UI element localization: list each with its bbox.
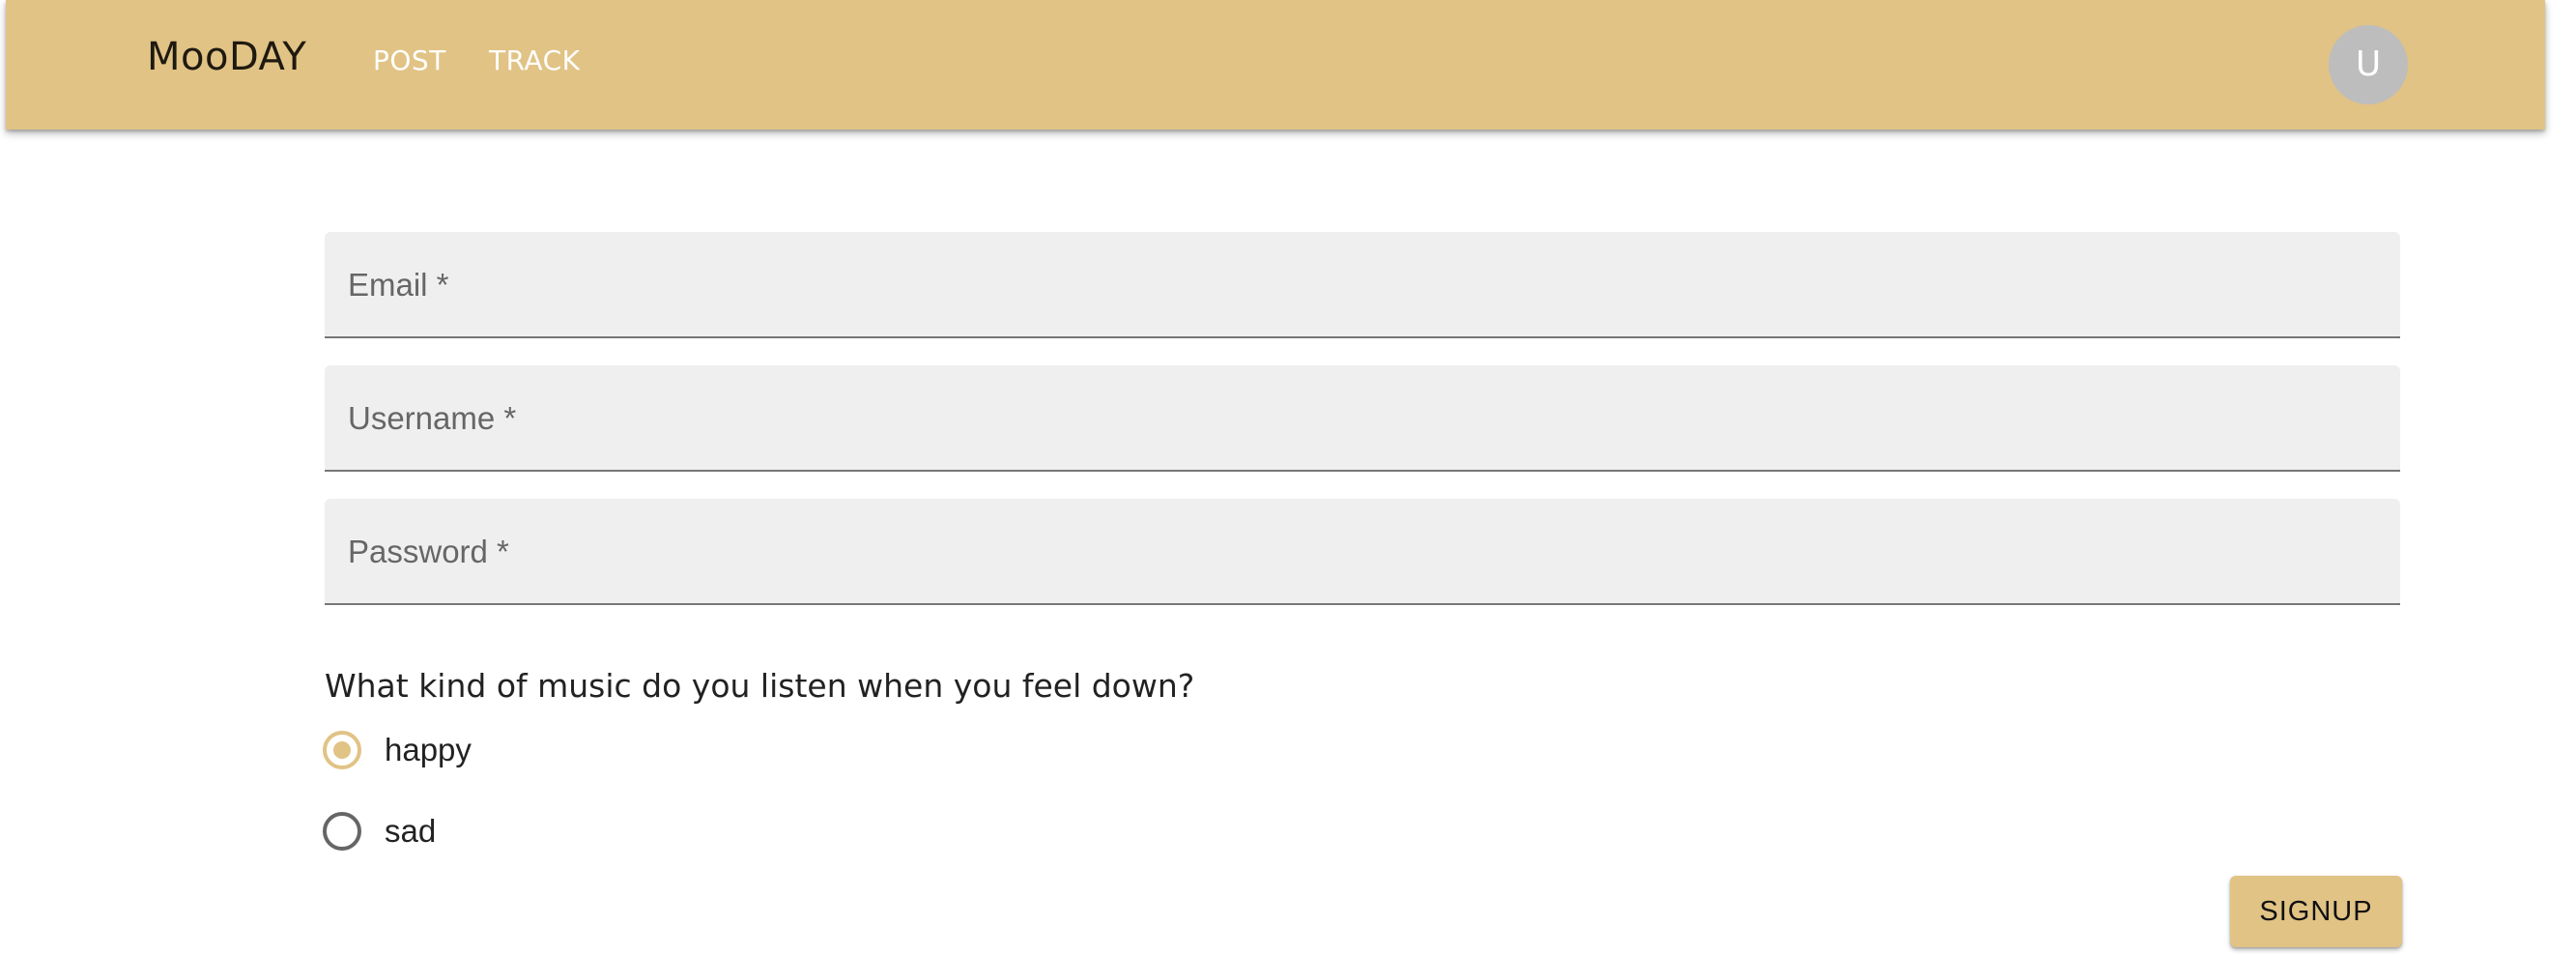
avatar[interactable]: U <box>2329 25 2408 104</box>
music-question: What kind of music do you listen when yo… <box>325 667 1195 705</box>
radio-checked-icon[interactable] <box>323 731 361 769</box>
signup-button[interactable]: SIGNUP <box>2230 876 2402 947</box>
username-input[interactable] <box>348 398 2377 449</box>
nav-post[interactable]: POST <box>373 44 446 76</box>
brand-logo[interactable]: MooDAY <box>147 35 306 79</box>
radio-dot <box>333 741 351 759</box>
nav-track[interactable]: TRACK <box>489 44 581 76</box>
radio-unchecked-icon[interactable] <box>323 812 361 851</box>
password-input[interactable] <box>348 532 2377 582</box>
app-bar: MooDAY POST TRACK U <box>6 0 2545 130</box>
email-field[interactable]: Email * <box>325 232 2400 338</box>
username-field[interactable]: Username * <box>325 365 2400 472</box>
radio-label-happy: happy <box>385 732 472 767</box>
password-field[interactable]: Password * <box>325 499 2400 605</box>
email-input[interactable] <box>348 265 2377 315</box>
radio-label-sad: sad <box>385 813 437 849</box>
